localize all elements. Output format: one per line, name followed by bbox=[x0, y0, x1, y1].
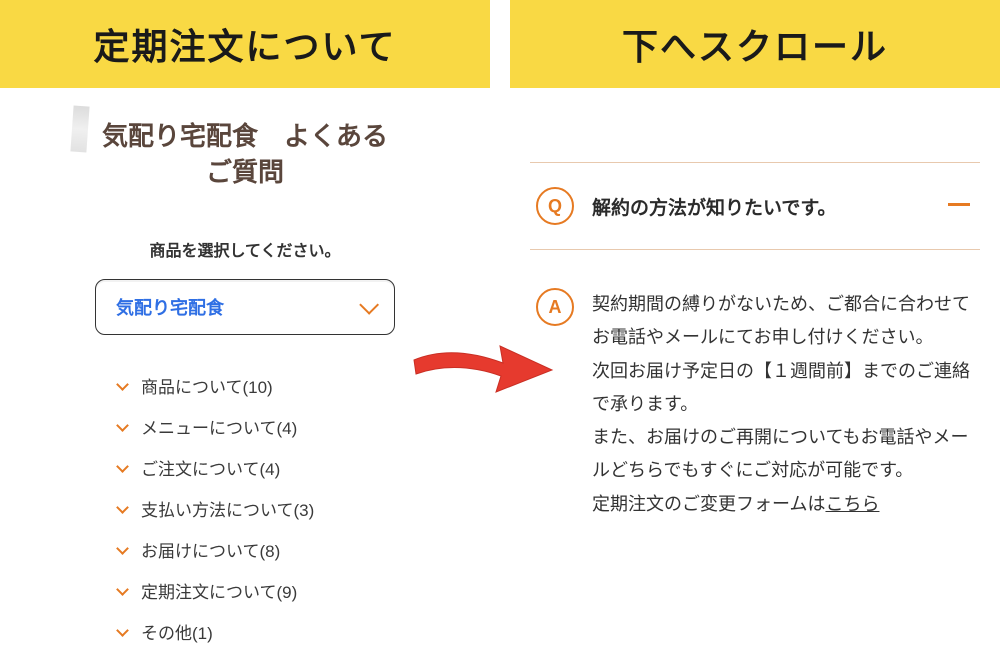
question-text: 解約の方法が知りたいです。 bbox=[592, 187, 930, 220]
chevron-down-icon bbox=[116, 624, 129, 637]
answer-text: 契約期間の縛りがないため、ご都合に合わせてお電話やメールにてお申し付けください。… bbox=[592, 288, 970, 521]
category-label: ご注文について(4) bbox=[141, 455, 280, 480]
chevron-down-icon bbox=[116, 542, 129, 555]
answer-block: A 契約期間の縛りがないため、ご都合に合わせてお電話やメールにてお申し付けくださ… bbox=[530, 250, 980, 521]
category-label: 商品について(10) bbox=[141, 373, 273, 398]
chevron-down-icon bbox=[116, 419, 129, 432]
page-title: 気配り宅配食 よくあるご質問 bbox=[95, 118, 395, 191]
right-panel: 下へスクロール Q 解約の方法が知りたいです。 A 契約期間の縛りがないため、ご… bbox=[510, 0, 1000, 667]
answer-line: 契約期間の縛りがないため、ご都合に合わせてお電話やメールにてお申し付けください。 bbox=[592, 294, 970, 347]
category-item[interactable]: その他(1) bbox=[118, 619, 490, 644]
category-label: お届けについて(8) bbox=[141, 537, 280, 562]
category-label: 支払い方法について(3) bbox=[141, 496, 314, 521]
product-select[interactable]: 気配り宅配食 bbox=[95, 279, 395, 335]
chevron-down-icon bbox=[116, 378, 129, 391]
category-item[interactable]: ご注文について(4) bbox=[118, 455, 490, 480]
left-banner-title: 定期注文について bbox=[20, 18, 470, 70]
answer-line: 次回お届け予定日の【１週間前】までのご連絡で承ります。 bbox=[592, 361, 970, 414]
q-badge: Q bbox=[536, 187, 574, 225]
left-banner: 定期注文について bbox=[0, 0, 490, 88]
category-list: 商品について(10) メニューについて(4) ご注文について(4) 支払い方法に… bbox=[118, 373, 490, 644]
category-label: メニューについて(4) bbox=[141, 414, 297, 439]
faq-title-area: 気配り宅配食 よくあるご質問 bbox=[0, 88, 490, 201]
minus-icon[interactable] bbox=[948, 203, 970, 206]
category-item[interactable]: メニューについて(4) bbox=[118, 414, 490, 439]
right-banner: 下へスクロール bbox=[510, 0, 1000, 88]
left-panel: 定期注文について 気配り宅配食 よくあるご質問 商品を選択してください。 気配り… bbox=[0, 0, 490, 667]
answer-line: また、お届けのご再開についてもお電話やメールどちらでもすぐにご対応が可能です。 bbox=[592, 427, 969, 480]
chevron-down-icon bbox=[116, 583, 129, 596]
category-label: 定期注文について(9) bbox=[141, 578, 297, 603]
answer-link[interactable]: こちら bbox=[825, 494, 879, 514]
category-item[interactable]: 支払い方法について(3) bbox=[118, 496, 490, 521]
select-prompt: 商品を選択してください。 bbox=[0, 237, 490, 261]
category-label: その他(1) bbox=[141, 619, 213, 644]
category-item[interactable]: 定期注文について(9) bbox=[118, 578, 490, 603]
right-banner-title: 下へスクロール bbox=[530, 18, 980, 70]
category-item[interactable]: お届けについて(8) bbox=[118, 537, 490, 562]
question-block[interactable]: Q 解約の方法が知りたいです。 bbox=[530, 163, 980, 249]
chevron-down-icon bbox=[116, 460, 129, 473]
chevron-down-icon bbox=[116, 501, 129, 514]
chevron-down-icon bbox=[359, 295, 379, 315]
category-item[interactable]: 商品について(10) bbox=[118, 373, 490, 398]
a-badge: A bbox=[536, 288, 574, 326]
decorative-bar-icon bbox=[70, 105, 89, 152]
product-select-value: 気配り宅配食 bbox=[116, 294, 224, 320]
answer-link-prefix: 定期注文のご変更フォームは bbox=[592, 494, 825, 514]
